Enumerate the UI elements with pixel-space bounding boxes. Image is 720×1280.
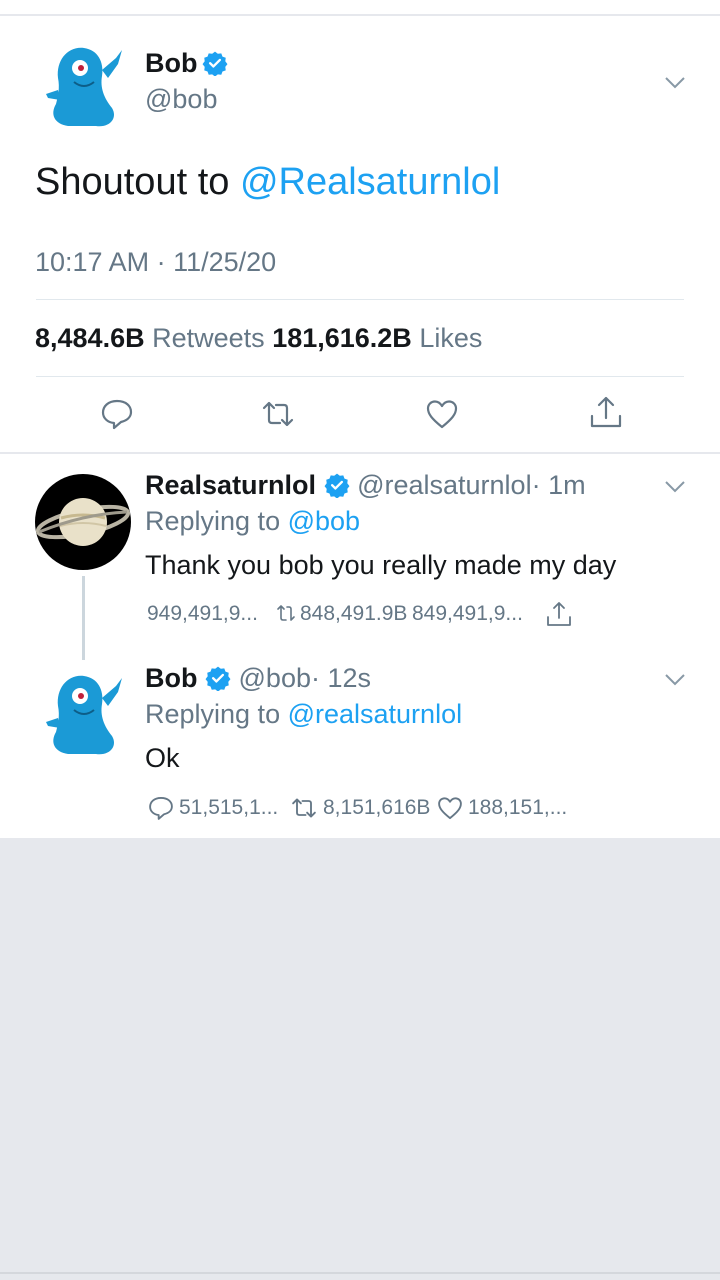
retweet-count: 8,151,616B [323,796,431,819]
author-name[interactable]: Bob [145,48,197,78]
replying-to: Replying to @bob [145,506,360,537]
tweet-timestamp[interactable]: 10:17 AM · 11/25/20 [35,247,276,278]
replying-to: Replying to @realsaturnlol [145,699,462,730]
share-icon[interactable] [545,600,573,628]
bob-avatar[interactable] [38,666,126,758]
author-handle[interactable]: @bob [145,84,217,115]
verified-badge-icon [205,666,231,691]
likes-label[interactable]: Likes [419,323,482,353]
like-action[interactable]: 188,151,... [436,794,567,822]
author-handle[interactable]: @realsaturnlol [357,470,532,500]
retweets-label[interactable]: Retweets [152,323,265,353]
reply-thread: Realsaturnlol @realsaturnlol· 1m Replyin… [0,454,720,838]
like-count: 188,151,... [468,796,568,819]
replying-to-mention[interactable]: @bob [288,506,360,536]
bob-avatar[interactable] [38,38,126,130]
reply-text: Thank you bob you really made my day [145,550,617,580]
chevron-down-icon[interactable] [664,673,686,687]
main-tweet: Bob @bob Shoutout to @Realsaturnlol 10:1… [0,16,720,452]
realsaturnlol-avatar[interactable] [35,474,131,570]
retweet-icon[interactable] [260,396,296,432]
retweet-icon [277,605,295,621]
reply-count-value: 949,491,9... [147,602,258,625]
top-bar [0,0,720,16]
retweet-action[interactable]: 8,151,616B [289,794,430,822]
divider [36,376,684,377]
retweet-count[interactable]: 8,484.6B [35,323,145,353]
reply-action[interactable]: 51,515,1... [147,794,278,822]
author-name[interactable]: Realsaturnlol [145,470,316,500]
retweet-action[interactable]: 848,491.9B [276,602,407,626]
reply-1-header: Realsaturnlol @realsaturnlol· 1m [145,470,586,501]
comment-icon[interactable] [99,396,135,432]
retweet-count: 848,491.9B [300,602,408,625]
thread-line [82,576,85,660]
heart-icon [438,797,462,820]
like-action[interactable]: 849,491,9... [412,602,523,626]
divider [36,299,684,300]
replying-to-prefix: Replying to [145,506,288,536]
replying-to-prefix: Replying to [145,699,288,729]
reply-time: · 12s [310,663,372,693]
tweet-text: Shoutout to @Realsaturnlol [35,161,500,204]
replying-to-mention[interactable]: @realsaturnlol [288,699,463,729]
bottom-divider [0,1272,720,1274]
chevron-down-icon[interactable] [664,480,686,494]
heart-icon[interactable] [424,396,460,432]
reply-count[interactable]: 949,491,9... [147,602,258,626]
like-count: 849,491,9... [412,602,523,625]
verified-badge-icon [324,473,350,498]
reply-text: Ok [145,743,180,773]
author-name[interactable]: Bob [145,663,197,693]
tweet-text-prefix: Shoutout to [35,161,240,203]
reply-2-header: Bob @bob· 12s [145,663,371,694]
comment-icon [149,796,173,820]
share-icon[interactable] [588,394,624,430]
chevron-down-icon[interactable] [664,76,686,90]
author-handle[interactable]: @bob [239,663,311,693]
reply-time: · 1m [531,470,586,500]
retweet-icon [292,798,316,818]
reply-count: 51,515,1... [179,796,279,819]
tweet-stats: 8,484.6B Retweets 181,616.2B Likes [35,323,482,354]
like-count[interactable]: 181,616.2B [272,323,412,353]
mention-link[interactable]: @Realsaturnlol [240,161,500,203]
verified-badge-icon [202,51,228,76]
